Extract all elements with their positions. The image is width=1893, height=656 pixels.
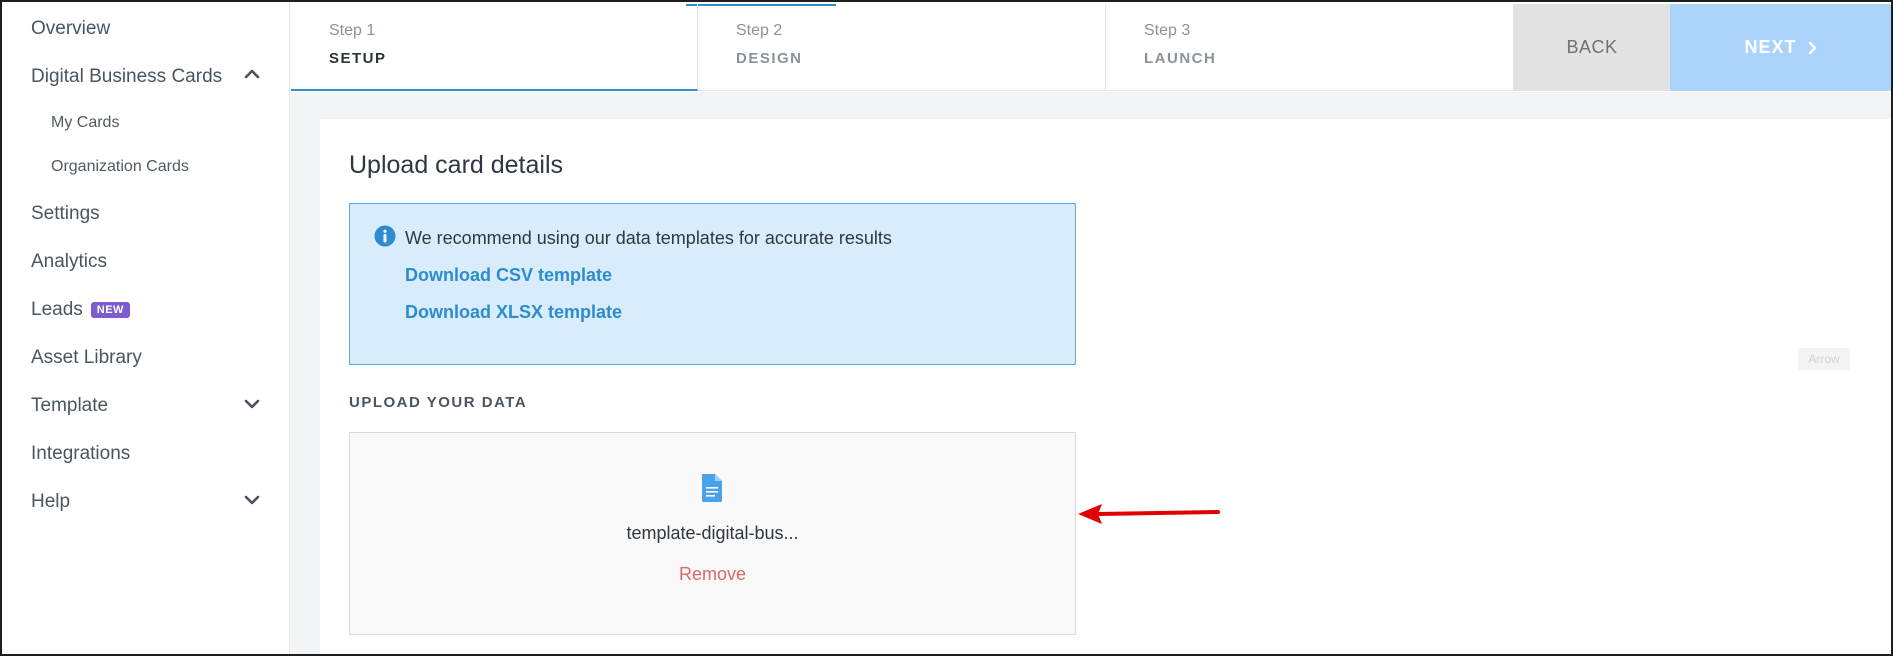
sidebar-item-label: Digital Business Cards [31,66,223,87]
next-button[interactable]: NEXT [1670,4,1891,91]
app-window: Overview Digital Business Cards My Cards… [0,0,1893,656]
sidebar-item-label: Organization Cards [51,158,189,175]
chevron-down-icon[interactable] [242,394,262,414]
red-arrow-annotation [1078,504,1220,524]
info-box: We recommend using our data templates fo… [349,203,1076,365]
sidebar-item-my-cards[interactable]: My Cards [51,114,119,132]
sidebar-item-overview[interactable]: Overview [31,18,110,40]
sidebar-item-settings[interactable]: Settings [31,203,100,225]
upload-dropzone[interactable]: template-digital-bus... Remove [349,432,1076,635]
sidebar-item-label: Asset Library [31,347,142,368]
step-name: SETUP [329,50,387,67]
sidebar-item-help[interactable]: Help [31,491,70,513]
upload-section-label: UPLOAD YOUR DATA [349,394,528,411]
new-badge: NEW [90,302,130,318]
sidebar-item-label: Overview [31,18,111,39]
info-text: We recommend using our data templates fo… [405,228,892,248]
download-xlsx-link[interactable]: Download XLSX template [405,302,622,323]
sidebar-item-leads[interactable]: Leads NEW [31,299,130,321]
step-number: Step 2 [736,22,783,39]
step-name: DESIGN [736,50,803,67]
info-icon [374,225,396,247]
step-launch[interactable]: Step 3 LAUNCH [1106,4,1514,91]
step-number: Step 1 [329,22,376,39]
sidebar-item-label: My Cards [51,114,120,131]
sidebar-item-label: Analytics [31,251,108,272]
back-button[interactable]: BACK [1514,4,1670,91]
uploaded-file-name: template-digital-bus... [626,523,799,543]
step-number: Step 3 [1144,22,1191,39]
sidebar-item-label: Integrations [31,443,131,464]
page-title: Upload card details [349,151,564,179]
download-csv-link[interactable]: Download CSV template [405,265,612,286]
file-icon [702,474,722,502]
sidebar-item-analytics[interactable]: Analytics [31,251,107,273]
chevron-up-icon[interactable] [242,64,262,84]
sidebar-item-label: Help [31,491,71,512]
chevron-right-icon [1808,41,1816,54]
step-name: LAUNCH [1144,50,1217,67]
sidebar-item-digital-business-cards[interactable]: Digital Business Cards [31,66,222,88]
sidebar-item-label: Settings [31,203,100,224]
sidebar-item-template[interactable]: Template [31,395,108,417]
sidebar-item-label: Leads [31,299,83,320]
chevron-down-icon[interactable] [242,490,262,510]
sidebar-item-asset-library[interactable]: Asset Library [31,347,142,369]
back-button-label: BACK [1566,37,1618,57]
remove-file-link[interactable]: Remove [350,564,1075,585]
step-design[interactable]: Step 2 DESIGN [698,4,1106,91]
sidebar-item-organization-cards[interactable]: Organization Cards [51,158,189,176]
step-setup[interactable]: Step 1 SETUP [291,4,698,91]
sidebar-item-label: Template [31,395,109,416]
next-button-label: NEXT [1744,37,1797,57]
sidebar: Overview Digital Business Cards My Cards… [2,2,290,654]
faded-button: Arrow [1798,348,1850,370]
sidebar-item-integrations[interactable]: Integrations [31,443,130,465]
